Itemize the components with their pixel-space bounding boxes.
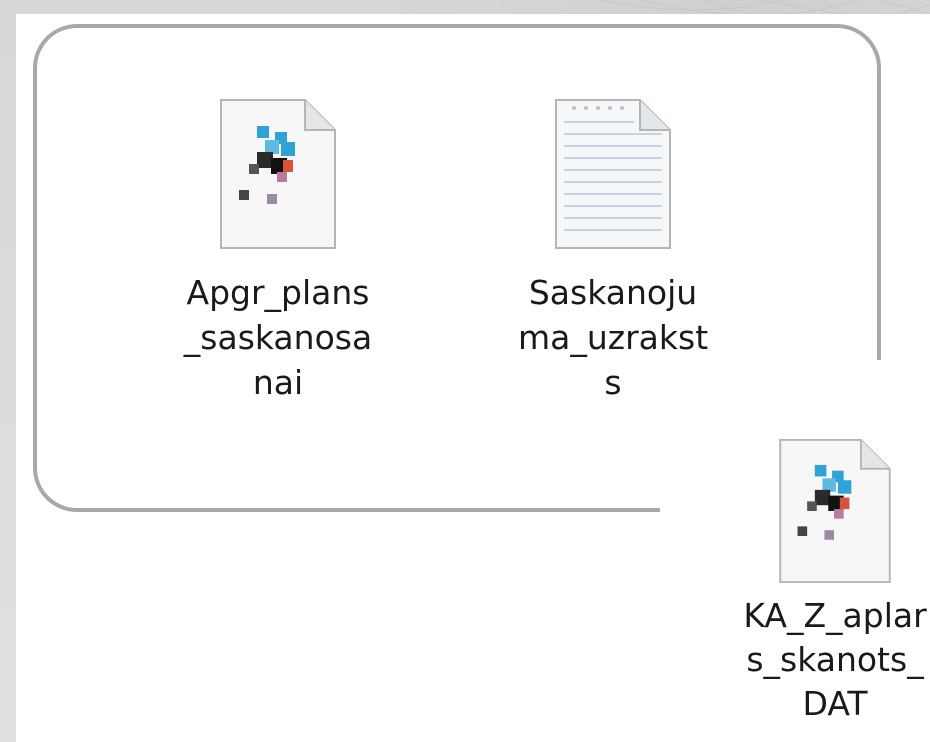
file-item-saskanojuma[interactable]: Saskanoju ma_uzrakst s <box>518 98 708 405</box>
text-file-icon <box>555 99 671 249</box>
file-item-ka-z-aplans[interactable]: KA_Z_aplar s_skanots_ DAT <box>735 438 930 726</box>
image-file-icon <box>779 438 891 584</box>
file-item-apgr-plans[interactable]: Apgr_plans _saskanosa nai <box>183 98 373 405</box>
file-name-label: Saskanoju ma_uzrakst s <box>518 273 709 402</box>
file-name-label: KA_Z_aplar s_skanots_ DAT <box>743 596 927 723</box>
image-file-icon <box>220 99 336 249</box>
file-name-label: Apgr_plans _saskanosa nai <box>183 273 373 402</box>
